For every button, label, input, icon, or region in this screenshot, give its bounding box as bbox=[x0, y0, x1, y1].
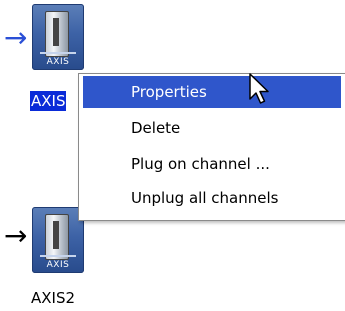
device-slot-shape bbox=[53, 18, 59, 46]
axis-device-icon[interactable]: AXIS bbox=[32, 207, 84, 273]
icon-caption: AXIS bbox=[46, 57, 70, 67]
menu-item-delete[interactable]: Delete bbox=[83, 112, 341, 144]
menu-item-unplug-all-channels[interactable]: Unplug all channels bbox=[83, 182, 341, 214]
icon-caption: AXIS bbox=[46, 260, 70, 270]
node-label-axis[interactable]: AXIS bbox=[30, 91, 67, 111]
arrow-right-icon: → bbox=[4, 219, 28, 252]
menu-item-plug-on-channel[interactable]: Plug on channel ... bbox=[83, 148, 341, 180]
device-stripe-shape bbox=[40, 255, 76, 257]
device-slot-shape bbox=[53, 221, 59, 249]
device-stripe-shape bbox=[40, 52, 76, 54]
context-menu: Properties Delete Plug on channel ... Un… bbox=[78, 73, 345, 221]
axis-device-icon[interactable]: AXIS bbox=[32, 4, 84, 70]
node-label-axis2[interactable]: AXIS2 bbox=[30, 288, 76, 308]
mouse-pointer-icon bbox=[249, 73, 269, 104]
arrow-right-icon: → bbox=[4, 21, 28, 54]
menu-item-properties[interactable]: Properties bbox=[83, 76, 341, 108]
